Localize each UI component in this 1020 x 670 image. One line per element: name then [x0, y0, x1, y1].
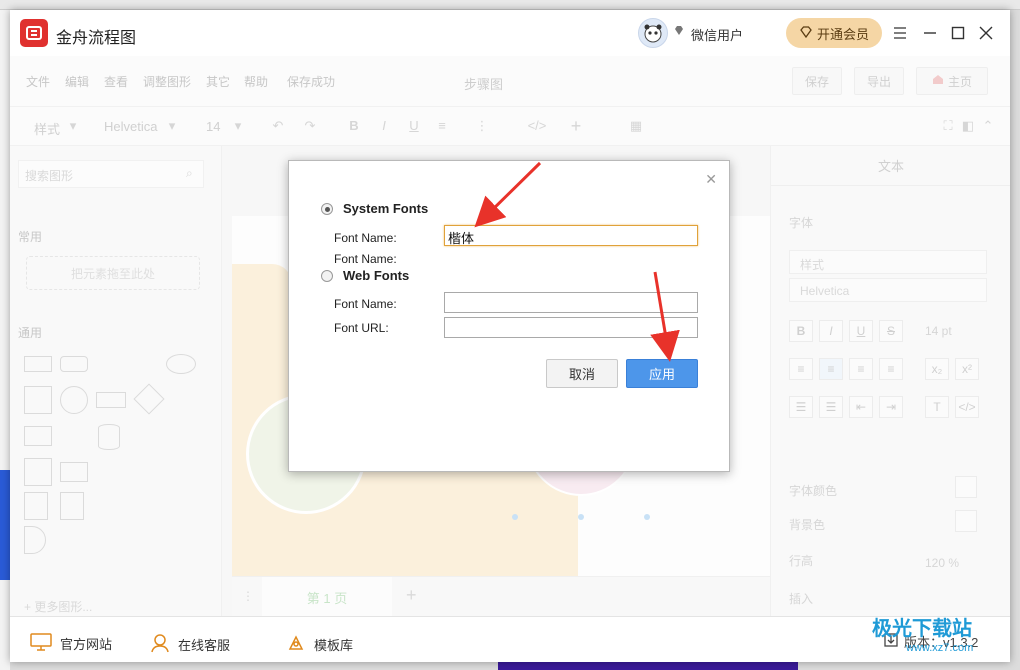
- online-service-label: 在线客服: [178, 638, 231, 653]
- apply-button[interactable]: 应用: [626, 359, 698, 388]
- background-window-strip: [0, 0, 1020, 10]
- app-logo-icon: [20, 19, 48, 47]
- font-name-label-extra: Font Name:: [334, 252, 397, 266]
- web-fonts-option[interactable]: Web Fonts: [321, 268, 409, 283]
- background-window-edge-blue: [0, 470, 10, 580]
- web-fonts-label: Web Fonts: [343, 268, 410, 283]
- close-icon[interactable]: [976, 23, 996, 43]
- web-font-name-input[interactable]: [444, 292, 698, 313]
- app-window: 金舟流程图 微信用户 开通会员 文件 编辑 查看 调整图形 其它 帮助 保存成功…: [10, 10, 1010, 662]
- template-library-label: 模板库: [314, 638, 354, 653]
- template-icon: [286, 633, 306, 656]
- official-site-link[interactable]: 官方网站: [30, 633, 112, 654]
- monitor-icon: [30, 633, 52, 654]
- user-name[interactable]: 微信用户: [691, 25, 743, 44]
- watermark-brand: 极光下载站: [872, 616, 972, 640]
- title-bar: 金舟流程图 微信用户 开通会员: [10, 10, 1010, 56]
- system-fonts-label: System Fonts: [343, 201, 429, 216]
- headset-icon: [150, 633, 170, 656]
- dialog-close-icon[interactable]: ✕: [705, 171, 717, 188]
- system-font-name-label: Font Name:: [334, 231, 397, 245]
- bottom-bar: 官方网站 在线客服 模板库 版本：v1.3.2: [10, 616, 1010, 662]
- user-avatar[interactable]: [638, 18, 668, 48]
- watermark-url: www.xz7.com: [906, 642, 974, 654]
- template-library-link[interactable]: 模板库: [286, 633, 353, 656]
- diamond-outline-icon: [799, 25, 813, 41]
- official-site-label: 官方网站: [60, 637, 113, 652]
- system-font-name-input[interactable]: 楷体: [444, 225, 698, 247]
- cancel-button-label: 取消: [568, 367, 595, 382]
- maximize-icon[interactable]: [948, 23, 968, 43]
- system-fonts-option[interactable]: System Fonts: [321, 201, 428, 216]
- apply-button-label: 应用: [648, 367, 675, 382]
- app-title: 金舟流程图: [56, 30, 137, 47]
- web-font-url-label: Font URL:: [334, 321, 389, 335]
- font-dialog: ✕ System Fonts Font Name: 楷体 Font Name: …: [288, 160, 730, 472]
- minimize-icon[interactable]: [920, 23, 940, 43]
- vip-button[interactable]: 开通会员: [786, 18, 882, 48]
- web-fonts-radio[interactable]: [321, 269, 333, 282]
- diamond-icon: [673, 25, 685, 40]
- vip-button-label: 开通会员: [816, 26, 869, 42]
- system-fonts-radio[interactable]: [321, 202, 333, 215]
- cancel-button[interactable]: 取消: [546, 359, 618, 388]
- web-font-url-input[interactable]: [444, 317, 698, 338]
- menu-icon[interactable]: [890, 23, 910, 43]
- web-font-name-label: Font Name:: [334, 297, 397, 311]
- online-service-link[interactable]: 在线客服: [150, 633, 230, 656]
